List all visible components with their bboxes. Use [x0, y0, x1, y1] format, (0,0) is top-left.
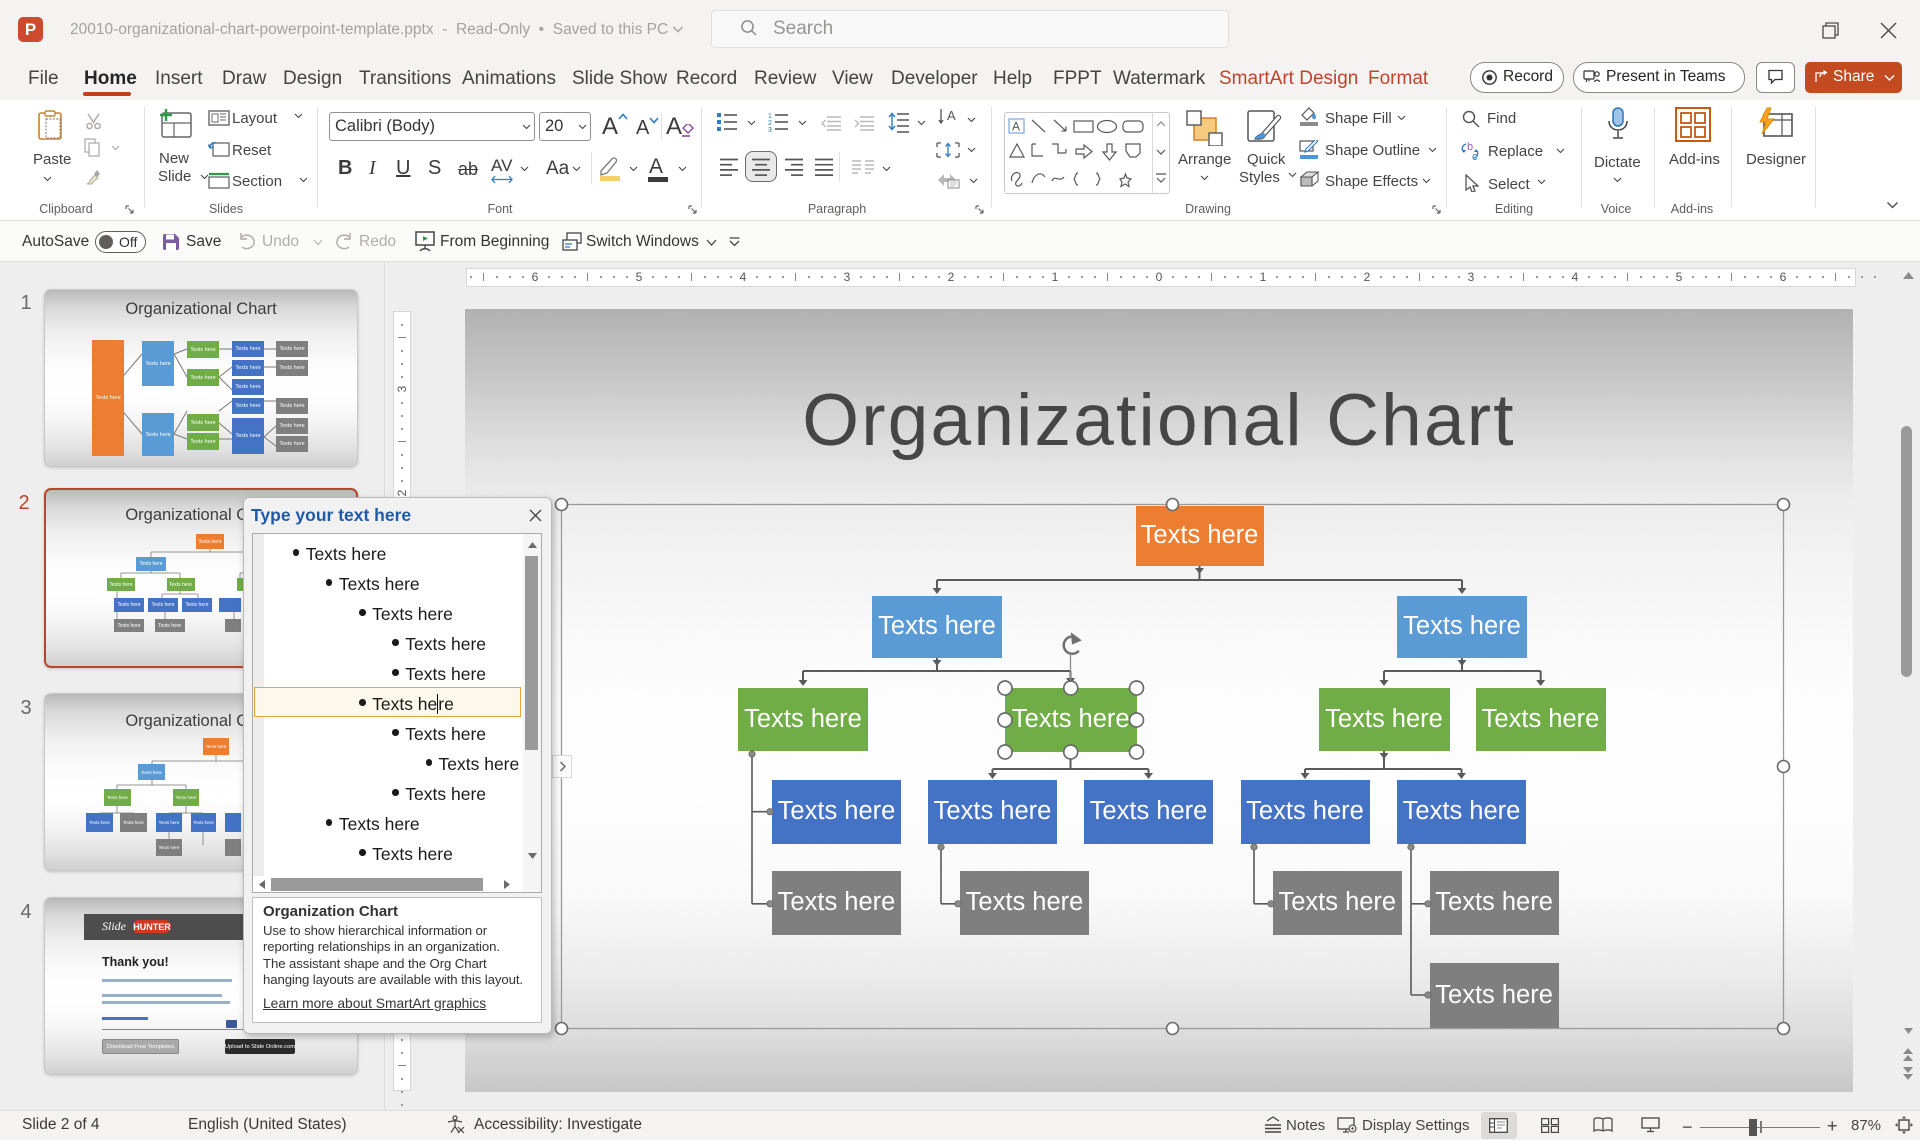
svg-text:2: 2 — [768, 120, 772, 127]
svg-text:A: A — [1012, 120, 1020, 134]
svg-text:A: A — [947, 108, 956, 123]
svg-text:1: 1 — [768, 113, 772, 120]
svg-text:3: 3 — [768, 127, 772, 132]
